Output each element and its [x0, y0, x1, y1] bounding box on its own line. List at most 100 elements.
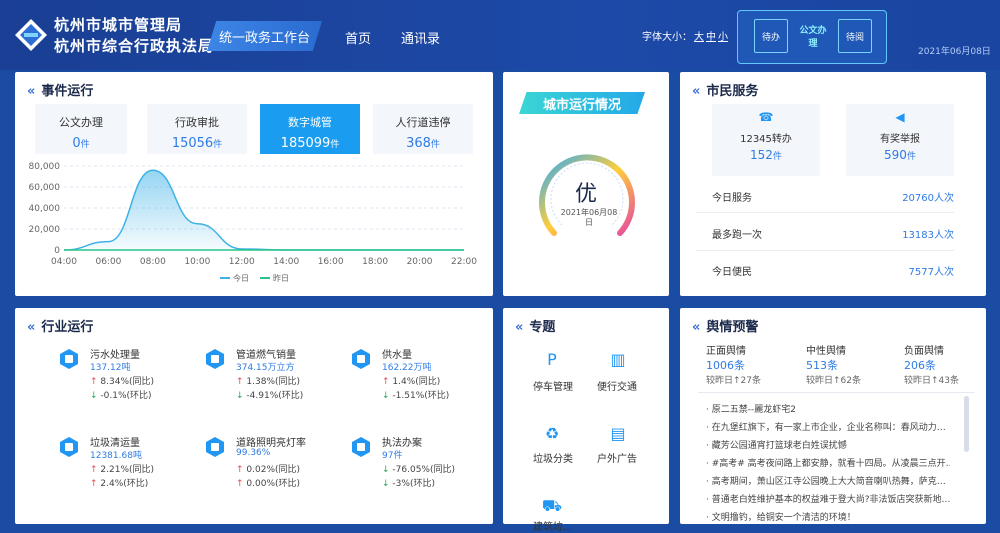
- row-value-one-run: 13183人次: [902, 230, 954, 241]
- city-grade: 优: [575, 182, 598, 207]
- chevron-left-icon: «: [692, 320, 701, 335]
- arrow-down-icon: ↓: [90, 391, 98, 401]
- logo-icon: [15, 19, 47, 51]
- industry-card: «行业运行: [15, 308, 493, 524]
- industry-title-text: 污水处理量: [90, 350, 140, 361]
- industry-value: 12381.68吨: [90, 451, 142, 461]
- x-tick-label: 04:00: [51, 257, 77, 267]
- industry-mom: ↑ 0.00%(环比): [236, 479, 301, 489]
- events-title: «事件运行: [27, 84, 94, 99]
- stat-digital-city[interactable]: 数字城管 185099件: [260, 104, 360, 154]
- industry-yoy: ↑ 1.4%(同比): [382, 377, 441, 387]
- industry-yoy: ↑ 8.34%(同比): [90, 377, 155, 387]
- negative-label: 负面舆情: [904, 346, 944, 357]
- stat-docs[interactable]: 公文办理 0件: [35, 104, 127, 154]
- citizen-12345-card[interactable]: ☎ 12345转办 152件: [712, 104, 820, 176]
- neutral-label: 中性舆情: [806, 346, 846, 357]
- industry-mom: ↑ 2.4%(环比): [90, 479, 149, 489]
- billboard-icon[interactable]: ▤: [607, 424, 629, 446]
- divider: [696, 250, 954, 251]
- parking-icon[interactable]: P: [541, 350, 563, 372]
- news-item[interactable]: · 高考期间，萧山区江寺公园晚上大大简音喇叭热舞，萨克…: [706, 474, 950, 487]
- nav-contacts[interactable]: 通讯录: [401, 28, 440, 47]
- industry-yoy: ↑ 1.38%(同比): [236, 377, 301, 387]
- chevron-left-icon: «: [515, 320, 524, 335]
- industry-value: 374.15万立方: [236, 363, 295, 373]
- citizen-report-card[interactable]: ◀ 有奖举报 590件: [846, 104, 954, 176]
- truck-icon[interactable]: ⛟: [541, 496, 563, 518]
- negative-compare: 较昨日↑43条: [904, 376, 959, 386]
- industry-title: «行业运行: [27, 320, 94, 335]
- neutral-value: 513条: [806, 359, 838, 372]
- topic-billboard[interactable]: 户外广告: [597, 450, 637, 465]
- quick-toread-button[interactable]: 待阅: [838, 19, 872, 53]
- industry-mom: ↓ -4.91%(环比): [236, 391, 304, 401]
- y-tick-label: 0: [54, 246, 60, 256]
- topic-construction[interactable]: 建筑垃...: [533, 518, 573, 533]
- garbage-icon[interactable]: ♻: [541, 424, 563, 446]
- topic-garbage[interactable]: 垃圾分类: [533, 450, 573, 465]
- arrow-down-icon: ↓: [236, 391, 244, 401]
- topics-title: «专题: [515, 320, 556, 335]
- industry-title-text: 供水量: [382, 350, 412, 361]
- positive-label: 正面舆情: [706, 346, 746, 357]
- industry-value: 162.22万吨: [382, 363, 432, 373]
- arrow-down-icon: ↓: [382, 465, 390, 475]
- news-item[interactable]: · 文明撸钓，给铜安一个清洁的环境！: [706, 510, 950, 523]
- chevron-left-icon: «: [27, 320, 36, 335]
- nav-home[interactable]: 首页: [345, 28, 371, 47]
- industry-value: 137.12吨: [90, 363, 131, 373]
- industry-value: 99.36%: [236, 448, 271, 458]
- industry-title-text: 垃圾清运量: [90, 438, 140, 449]
- industry-yoy: ↑ 2.21%(同比): [90, 465, 155, 475]
- font-medium[interactable]: 中: [706, 32, 716, 43]
- neutral-compare: 较昨日↑62条: [806, 376, 861, 386]
- stat-approval[interactable]: 行政审批 15056件: [147, 104, 247, 154]
- font-small[interactable]: 小: [718, 32, 728, 43]
- industry-title-text: 执法办案: [382, 438, 422, 449]
- quick-todo-button[interactable]: 待办: [754, 19, 788, 53]
- nav-workbench[interactable]: 统一政务工作台: [207, 21, 322, 51]
- phone-icon: ☎: [758, 110, 774, 124]
- x-tick-label: 12:00: [229, 257, 255, 267]
- traffic-icon[interactable]: ▥: [607, 350, 629, 372]
- y-tick-label: 20,000: [29, 225, 61, 235]
- stat-parking-violation[interactable]: 人行道违停 368件: [373, 104, 473, 154]
- topic-traffic[interactable]: 便行交通: [597, 378, 637, 393]
- arrow-up-icon: ↑: [90, 465, 98, 475]
- legend-label: 昨日: [273, 273, 289, 283]
- y-tick-label: 80,000: [29, 162, 61, 172]
- industry-title-text: 道路照明亮灯率: [236, 438, 306, 449]
- org-name-2: 杭州市综合行政执法局: [54, 37, 215, 55]
- industry-yoy: ↓ -76.05%(同比): [382, 465, 456, 475]
- news-scrollbar[interactable]: [964, 396, 969, 452]
- font-size-control: 字体大小：大中小: [642, 32, 728, 43]
- divider: [696, 212, 954, 213]
- city-title: 城市运行情况: [519, 92, 645, 114]
- arrow-up-icon: ↑: [236, 377, 244, 387]
- font-large[interactable]: 大: [694, 32, 704, 43]
- org-name-1: 杭州市城市管理局: [54, 16, 183, 34]
- x-tick-label: 20:00: [407, 257, 433, 267]
- row-label-today-service: 今日服务: [712, 193, 752, 204]
- topic-parking[interactable]: 停车管理: [533, 378, 573, 393]
- industry-title-text: 管道燃气销量: [236, 350, 296, 361]
- arrow-up-icon: ↑: [382, 377, 390, 387]
- news-item[interactable]: · 原二五禁--麗龙虾宅2: [706, 402, 950, 415]
- industry-mom: ↓ -1.51%(环比): [382, 391, 450, 401]
- news-item[interactable]: · 藏芳公园通宵打篮球老白姓误扰憾: [706, 438, 950, 451]
- arrow-up-icon: ↑: [90, 479, 98, 489]
- city-date: 2021年06月08日: [560, 208, 618, 227]
- x-tick-label: 16:00: [318, 257, 344, 267]
- news-item[interactable]: · 在九堡红旗下，有一家上市企业，企业名称叫：春风动力…: [706, 420, 950, 433]
- events-area-chart: 0 20,000 40,000 60,000 80,000 04:00 06:00 08:00…: [29, 162, 478, 283]
- industry-mom: ↓ -0.1%(环比): [90, 391, 152, 401]
- citizen-title: «市民服务: [692, 84, 759, 99]
- industry-value: 97件: [382, 451, 403, 461]
- chevron-left-icon: «: [692, 84, 701, 99]
- news-item[interactable]: · 普通老白姓维护基本的权益难于登大尚?非法饭店突获新地…: [706, 492, 950, 505]
- header-date: 2021年06月08日: [918, 47, 991, 57]
- row-value-convenience: 7577人次: [908, 267, 954, 278]
- quick-docs-button[interactable]: 公文办理: [796, 19, 830, 53]
- news-item[interactable]: · #高考# 高考夜间路上都安静，就看十四局。从凌晨三点开…: [706, 456, 950, 469]
